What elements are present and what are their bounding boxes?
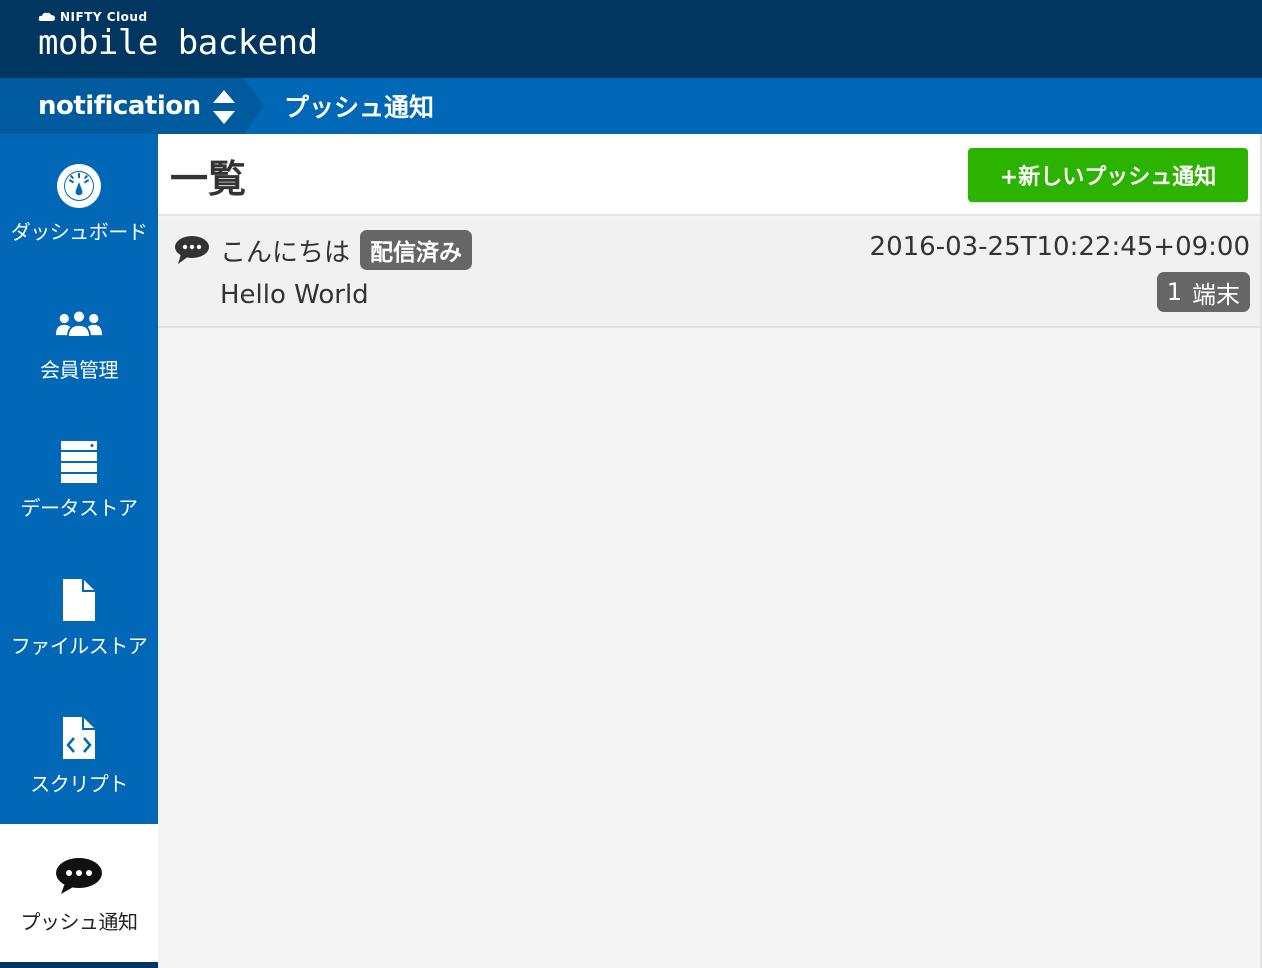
breadcrumb-separator	[244, 78, 264, 134]
sidebar-item-label: スクリプト	[30, 771, 128, 796]
notification-date: 2016-03-25T10:22:45+09:00	[869, 232, 1250, 262]
script-icon	[55, 714, 103, 762]
list-item[interactable]: こんにちは 配信済み Hello World 2016-03-25T10:22:…	[158, 220, 1260, 328]
main-panel: 一覧 +新しいプッシュ通知 こんにちは 配信済み Hello World 201…	[158, 134, 1262, 968]
device-count-unit: 端末	[1192, 280, 1240, 309]
chat-bubble-icon	[55, 852, 103, 900]
device-count: 1	[1166, 278, 1182, 306]
device-count-badge: 1 端末	[1156, 272, 1250, 312]
breadcrumb-current-page: プッシュ通知	[284, 93, 435, 122]
sidebar-item-script[interactable]: スクリプト	[0, 686, 158, 824]
sidebar-item-label: ファイルストア	[10, 633, 148, 658]
sidebar-item-datastore[interactable]: データストア	[0, 410, 158, 548]
app-switch-icon[interactable]	[212, 90, 236, 124]
breadcrumb-app[interactable]: notification	[0, 78, 244, 134]
new-push-button[interactable]: +新しいプッシュ通知	[968, 148, 1248, 202]
sidebar-item-label: プッシュ通知	[20, 909, 139, 934]
datastore-icon	[55, 438, 103, 486]
sidebar-bottom-strip	[0, 962, 158, 968]
sidebar-item-label: データストア	[20, 495, 139, 520]
breadcrumb: notification プッシュ通知	[0, 78, 1262, 134]
cloud-icon	[38, 12, 55, 21]
brand-small-text: NIFTY Cloud	[38, 10, 318, 24]
sidebar-item-label: 会員管理	[40, 357, 119, 382]
sidebar-item-push[interactable]: プッシュ通知	[0, 824, 158, 962]
sidebar-item-filestore[interactable]: ファイルストア	[0, 548, 158, 686]
notification-title: こんにちは	[220, 238, 351, 268]
users-icon	[55, 300, 103, 348]
dashboard-icon	[55, 162, 103, 210]
app-name: notification	[38, 91, 201, 121]
app-root: NIFTY Cloud mobile backend notification …	[0, 0, 1262, 968]
sidebar-item-dashboard[interactable]: ダッシュボード	[0, 134, 158, 272]
top-bar: NIFTY Cloud mobile backend	[0, 0, 1262, 78]
notification-body: Hello World	[220, 280, 369, 310]
sidebar: ダッシュボード 会員管理 データストア ファイルストア スクリプト プッシュ通知	[0, 134, 158, 968]
notification-list: こんにちは 配信済み Hello World 2016-03-25T10:22:…	[158, 220, 1260, 328]
brand-logo[interactable]: NIFTY Cloud mobile backend	[38, 10, 318, 62]
page-title: 一覧	[170, 157, 247, 201]
sidebar-item-label: ダッシュボード	[10, 219, 148, 244]
sidebar-item-members[interactable]: 会員管理	[0, 272, 158, 410]
file-icon	[55, 576, 103, 624]
status-badge: 配信済み	[360, 230, 472, 270]
list-header: 一覧 +新しいプッシュ通知	[158, 134, 1260, 216]
chat-bubble-icon	[175, 236, 209, 264]
brand-big-text: mobile backend	[38, 23, 318, 63]
brand-small-label: NIFTY Cloud	[60, 10, 148, 24]
